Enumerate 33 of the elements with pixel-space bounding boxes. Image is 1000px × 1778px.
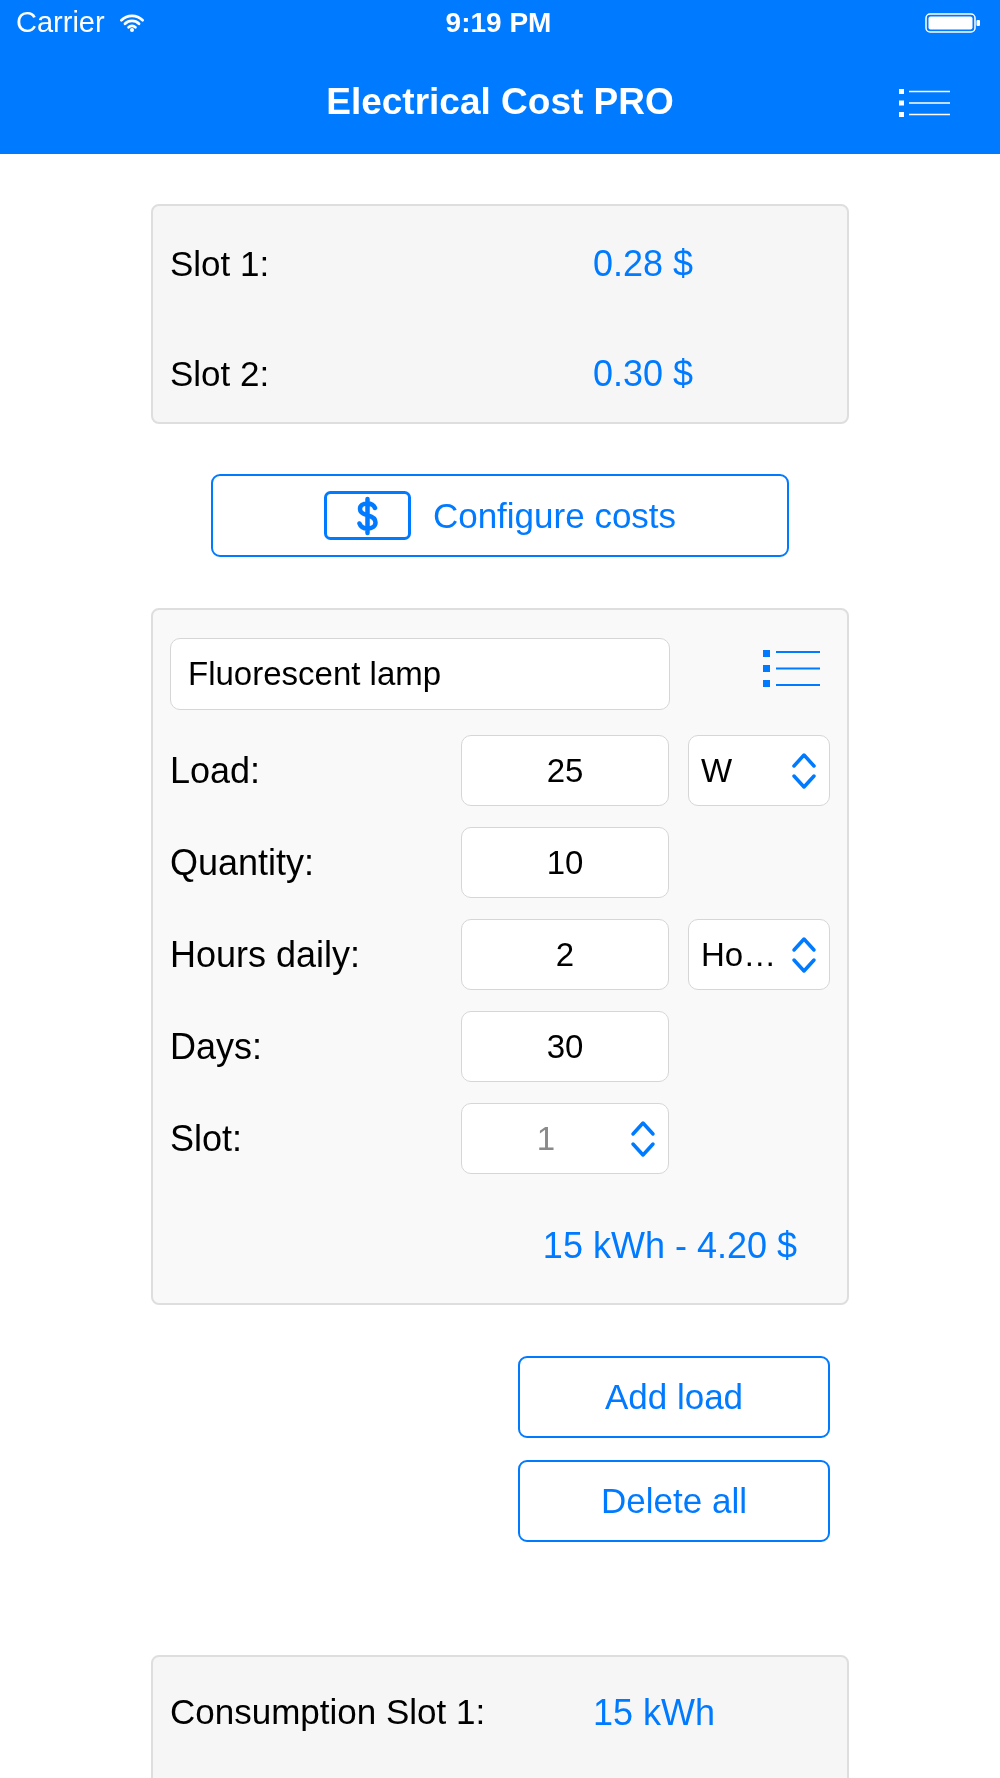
up-down-chevron-icon [791, 751, 817, 790]
unit-picker[interactable]: Ho… [688, 919, 830, 990]
menu-icon[interactable] [899, 88, 950, 117]
nav-title: Electrical Cost PRO [326, 82, 674, 123]
up-down-chevron-icon [630, 1119, 656, 1158]
dollar-icon [323, 491, 411, 540]
slot-label: Slot 1: [170, 243, 270, 285]
field-label: Slot: [170, 1116, 243, 1161]
configure-costs-button[interactable]: Configure costs [211, 474, 789, 557]
consumption-label: Consumption Slot 1: [170, 1691, 486, 1734]
value-field[interactable]: 10 [461, 827, 669, 898]
wifi-icon [118, 13, 145, 32]
field-label: Days: [170, 1024, 263, 1069]
action-button[interactable]: Add load [518, 1356, 830, 1439]
status-time: 9:19 PM [445, 8, 552, 37]
list-icon[interactable] [763, 649, 820, 687]
action-button[interactable]: Delete all [518, 1460, 830, 1543]
slot-label: Slot 2: [170, 353, 270, 395]
unit-picker[interactable]: W [688, 735, 830, 806]
load-name-field[interactable]: Fluorescent lamp [170, 638, 670, 710]
carrier-name: Carrier [16, 8, 105, 37]
consumption-value: 15 kWh [593, 1690, 716, 1734]
battery-icon [925, 12, 981, 33]
load-result: 15 kWh - 4.20 $ [542, 1224, 797, 1268]
value-field[interactable]: 25 [461, 735, 669, 806]
field-label: Quantity: [170, 840, 315, 885]
value-field[interactable]: 2 [461, 919, 669, 990]
up-down-chevron-icon [791, 935, 817, 974]
value-field[interactable]: 30 [461, 1011, 669, 1082]
field-label: Hours daily: [170, 932, 361, 977]
slot-cost-value: 0.30 $ [593, 352, 694, 396]
field-label: Load: [170, 748, 261, 793]
slot-cost-value: 0.28 $ [593, 242, 694, 286]
